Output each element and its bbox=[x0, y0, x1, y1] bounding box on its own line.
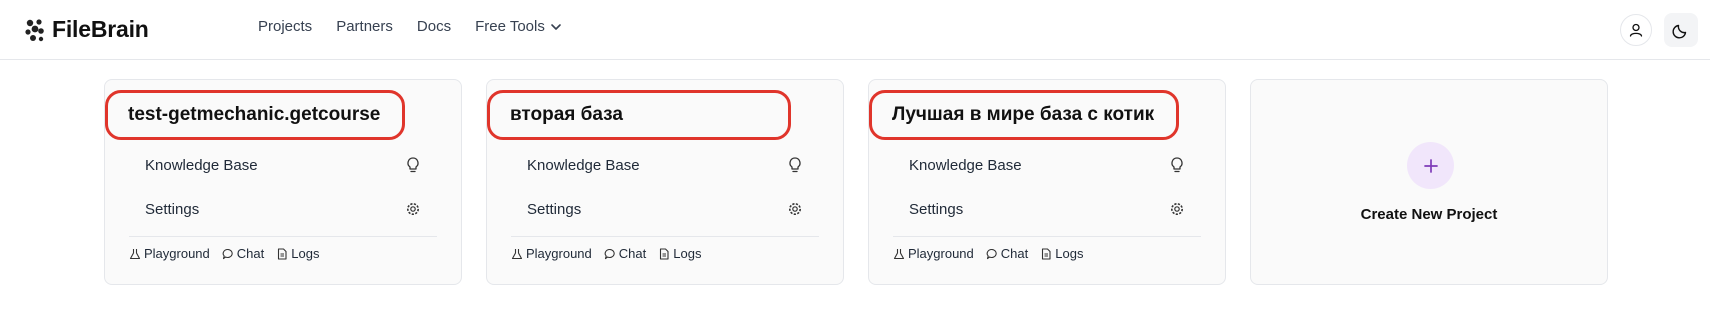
nav-docs[interactable]: Docs bbox=[417, 18, 451, 35]
knowledge-base-link[interactable]: Knowledge Base bbox=[909, 153, 1185, 177]
file-icon bbox=[276, 247, 288, 260]
nav-partners[interactable]: Partners bbox=[336, 18, 393, 35]
brand-name: FileBrain bbox=[52, 16, 149, 42]
project-card: вторая база Knowledge Base Settings Play… bbox=[486, 79, 844, 285]
account-button[interactable] bbox=[1620, 14, 1652, 46]
playground-link[interactable]: Playground bbox=[129, 246, 210, 261]
file-icon bbox=[1040, 247, 1052, 260]
card-footer-links: Playground Chat Logs bbox=[129, 246, 319, 261]
lightbulb-icon bbox=[787, 156, 803, 174]
settings-link[interactable]: Settings bbox=[527, 197, 803, 221]
create-project-card[interactable]: Create New Project bbox=[1250, 79, 1608, 285]
project-title-highlight[interactable]: вторая база bbox=[487, 90, 791, 140]
project-card: Лучшая в мире база с котик Knowledge Bas… bbox=[868, 79, 1226, 285]
project-title: test-getmechanic.getcourse bbox=[128, 104, 381, 125]
chat-label: Chat bbox=[236, 246, 265, 261]
chat-link[interactable]: Chat bbox=[986, 246, 1028, 261]
playground-label: Playground bbox=[526, 246, 592, 261]
settings-label: Settings bbox=[527, 200, 582, 218]
card-footer-links: Playground Chat Logs bbox=[511, 246, 701, 261]
top-header: FileBrain Projects Partners Docs Free To… bbox=[0, 0, 1710, 60]
user-icon bbox=[1628, 22, 1644, 38]
cluster-logo-icon bbox=[24, 18, 46, 42]
gear-icon bbox=[1169, 201, 1185, 217]
logs-link[interactable]: Logs bbox=[276, 246, 319, 261]
chat-link[interactable]: Chat bbox=[604, 246, 646, 261]
playground-link[interactable]: Playground bbox=[893, 246, 974, 261]
project-title: Лучшая в мире база с котик bbox=[892, 104, 1155, 125]
flask-icon bbox=[893, 248, 905, 260]
playground-label: Playground bbox=[908, 246, 974, 261]
chat-label: Chat bbox=[1000, 246, 1029, 261]
nav-projects[interactable]: Projects bbox=[258, 18, 312, 35]
project-card: test-getmechanic.getcourse Knowledge Bas… bbox=[104, 79, 462, 285]
settings-label: Settings bbox=[145, 200, 200, 218]
knowledge-base-label: Knowledge Base bbox=[527, 156, 640, 174]
logs-label: Logs bbox=[673, 246, 702, 261]
settings-link[interactable]: Settings bbox=[909, 197, 1185, 221]
settings-label: Settings bbox=[909, 200, 964, 218]
logs-link[interactable]: Logs bbox=[1040, 246, 1083, 261]
knowledge-base-link[interactable]: Knowledge Base bbox=[527, 153, 803, 177]
card-divider bbox=[511, 236, 819, 237]
logs-link[interactable]: Logs bbox=[658, 246, 701, 261]
flask-icon bbox=[129, 248, 141, 260]
card-footer-links: Playground Chat Logs bbox=[893, 246, 1083, 261]
lightbulb-icon bbox=[1169, 156, 1185, 174]
logs-label: Logs bbox=[1055, 246, 1084, 261]
knowledge-base-label: Knowledge Base bbox=[145, 156, 258, 174]
main-nav: Projects Partners Docs Free Tools bbox=[258, 18, 563, 35]
chat-link[interactable]: Chat bbox=[222, 246, 264, 261]
logs-label: Logs bbox=[291, 246, 320, 261]
card-divider bbox=[893, 236, 1201, 237]
project-title-highlight[interactable]: Лучшая в мире база с котик bbox=[869, 90, 1180, 140]
chat-label: Chat bbox=[618, 246, 647, 261]
knowledge-base-link[interactable]: Knowledge Base bbox=[145, 153, 421, 177]
settings-link[interactable]: Settings bbox=[145, 197, 421, 221]
knowledge-base-label: Knowledge Base bbox=[909, 156, 1022, 174]
moon-icon bbox=[1672, 21, 1690, 39]
chat-bubble-icon bbox=[986, 248, 998, 260]
flask-icon bbox=[511, 248, 523, 260]
gear-icon bbox=[405, 201, 421, 217]
project-title: вторая база bbox=[510, 104, 623, 125]
create-project-label: Create New Project bbox=[1360, 206, 1498, 223]
playground-label: Playground bbox=[144, 246, 210, 261]
lightbulb-icon bbox=[405, 156, 421, 174]
brand-logo[interactable]: FileBrain bbox=[24, 16, 149, 43]
gear-icon bbox=[787, 201, 803, 217]
file-icon bbox=[658, 247, 670, 260]
nav-free-tools-label: Free Tools bbox=[475, 18, 545, 35]
chat-bubble-icon bbox=[604, 248, 616, 260]
card-divider bbox=[129, 236, 437, 237]
nav-free-tools[interactable]: Free Tools bbox=[475, 18, 563, 35]
chat-bubble-icon bbox=[222, 248, 234, 260]
playground-link[interactable]: Playground bbox=[511, 246, 592, 261]
chevron-down-icon bbox=[549, 20, 563, 34]
theme-toggle-button[interactable] bbox=[1664, 13, 1698, 47]
project-title-highlight[interactable]: test-getmechanic.getcourse bbox=[105, 90, 406, 140]
plus-icon bbox=[1407, 142, 1454, 189]
